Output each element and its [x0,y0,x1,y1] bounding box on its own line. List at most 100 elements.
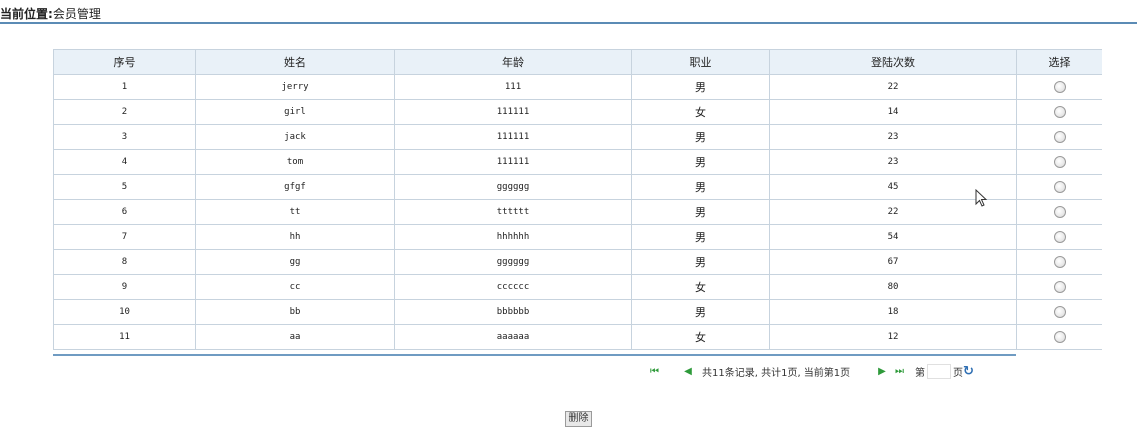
cell-select [1016,124,1102,150]
page-suffix-label: 页 [953,367,963,379]
select-radio[interactable] [1053,81,1066,93]
cell-age: 111111 [394,149,632,175]
prev-page-icon[interactable]: ◀ [672,366,702,377]
column-header-age: 年龄 [394,49,632,75]
cell-index: 10 [53,299,196,325]
cell-index: 6 [53,199,196,225]
cell-select [1016,99,1102,125]
cell-occupation: 男 [631,174,770,200]
pagination-info: 共11条记录, 共计1页, 当前第1页 [702,367,851,379]
cell-name: tom [195,149,395,175]
cell-occupation: 男 [631,224,770,250]
cell-index: 2 [53,99,196,125]
cell-age: cccccc [394,274,632,300]
select-radio[interactable] [1053,181,1066,193]
select-radio[interactable] [1053,331,1066,343]
cell-name: bb [195,299,395,325]
table-bottom-divider [53,354,1016,356]
select-radio[interactable] [1053,106,1066,118]
cell-select [1016,299,1102,325]
table-row: 4 tom 111111 男 23 [53,149,1102,175]
select-radio[interactable] [1053,131,1066,143]
cell-select [1016,224,1102,250]
select-radio[interactable] [1053,231,1066,243]
cell-login-count: 23 [769,124,1017,150]
cell-age: gggggg [394,174,632,200]
cell-login-count: 12 [769,324,1017,350]
select-radio[interactable] [1053,306,1066,318]
breadcrumb: 当前位置:会员管理 [0,5,101,23]
table-row: 7 hh hhhhhh 男 54 [53,224,1102,250]
cell-age: tttttt [394,199,632,225]
cell-index: 8 [53,249,196,275]
select-radio[interactable] [1053,281,1066,293]
next-page-icon[interactable]: ▶ [867,366,895,377]
cell-name: hh [195,224,395,250]
cell-age: hhhhhh [394,224,632,250]
cell-age: aaaaaa [394,324,632,350]
cell-name: aa [195,324,395,350]
cell-select [1016,249,1102,275]
column-header-select: 选择 [1016,49,1102,75]
cell-select [1016,199,1102,225]
cell-name: jerry [195,74,395,100]
table-row: 3 jack 111111 男 23 [53,124,1102,150]
cell-occupation: 男 [631,149,770,175]
table-row: 5 gfgf gggggg 男 45 [53,174,1102,200]
cell-occupation: 男 [631,299,770,325]
cell-name: girl [195,99,395,125]
cell-login-count: 14 [769,99,1017,125]
member-table: 序号 姓名 年龄 职业 登陆次数 选择 1 jerry 111 男 22 2 g… [53,49,1102,350]
column-header-name: 姓名 [195,49,395,75]
page-number-input[interactable] [927,363,951,379]
cell-select [1016,274,1102,300]
delete-button[interactable]: 删除 [565,411,592,427]
cell-age: 111 [394,74,632,100]
cell-index: 7 [53,224,196,250]
cell-index: 1 [53,74,196,100]
select-radio[interactable] [1053,156,1066,168]
table-header-row: 序号 姓名 年龄 职业 登陆次数 选择 [53,49,1102,75]
cell-occupation: 男 [631,249,770,275]
cell-select [1016,174,1102,200]
cell-index: 3 [53,124,196,150]
last-page-icon[interactable]: ⏭ [895,366,915,377]
select-radio[interactable] [1053,256,1066,268]
cell-age: 111111 [394,124,632,150]
cell-name: tt [195,199,395,225]
cell-name: gg [195,249,395,275]
cell-name: gfgf [195,174,395,200]
cell-name: cc [195,274,395,300]
cell-occupation: 男 [631,199,770,225]
member-table-container[interactable]: 序号 姓名 年龄 职业 登陆次数 选择 1 jerry 111 男 22 2 g… [53,49,1102,355]
cell-index: 9 [53,274,196,300]
table-row: 2 girl 111111 女 14 [53,99,1102,125]
table-row: 6 tt tttttt 男 22 [53,199,1102,225]
select-radio[interactable] [1053,206,1066,218]
cell-index: 5 [53,174,196,200]
cell-login-count: 54 [769,224,1017,250]
cell-occupation: 女 [631,274,770,300]
cell-age: bbbbbb [394,299,632,325]
column-header-index: 序号 [53,49,196,75]
header-divider [0,22,1137,24]
cell-login-count: 80 [769,274,1017,300]
refresh-go-icon[interactable]: ↻ [963,364,974,379]
column-header-occupation: 职业 [631,49,770,75]
table-row: 10 bb bbbbbb 男 18 [53,299,1102,325]
column-header-login-count: 登陆次数 [769,49,1017,75]
cell-login-count: 67 [769,249,1017,275]
breadcrumb-page: 会员管理 [52,7,101,21]
cell-age: 111111 [394,99,632,125]
cell-index: 4 [53,149,196,175]
cell-login-count: 22 [769,74,1017,100]
cell-login-count: 18 [769,299,1017,325]
page-prefix-label: 第 [915,367,925,379]
breadcrumb-label: 当前位置: [0,7,53,21]
cell-occupation: 女 [631,324,770,350]
table-row: 8 gg gggggg 男 67 [53,249,1102,275]
mouse-cursor-icon [975,189,988,207]
first-page-icon[interactable]: ⏮ [650,366,672,377]
cell-select [1016,74,1102,100]
cell-occupation: 男 [631,124,770,150]
